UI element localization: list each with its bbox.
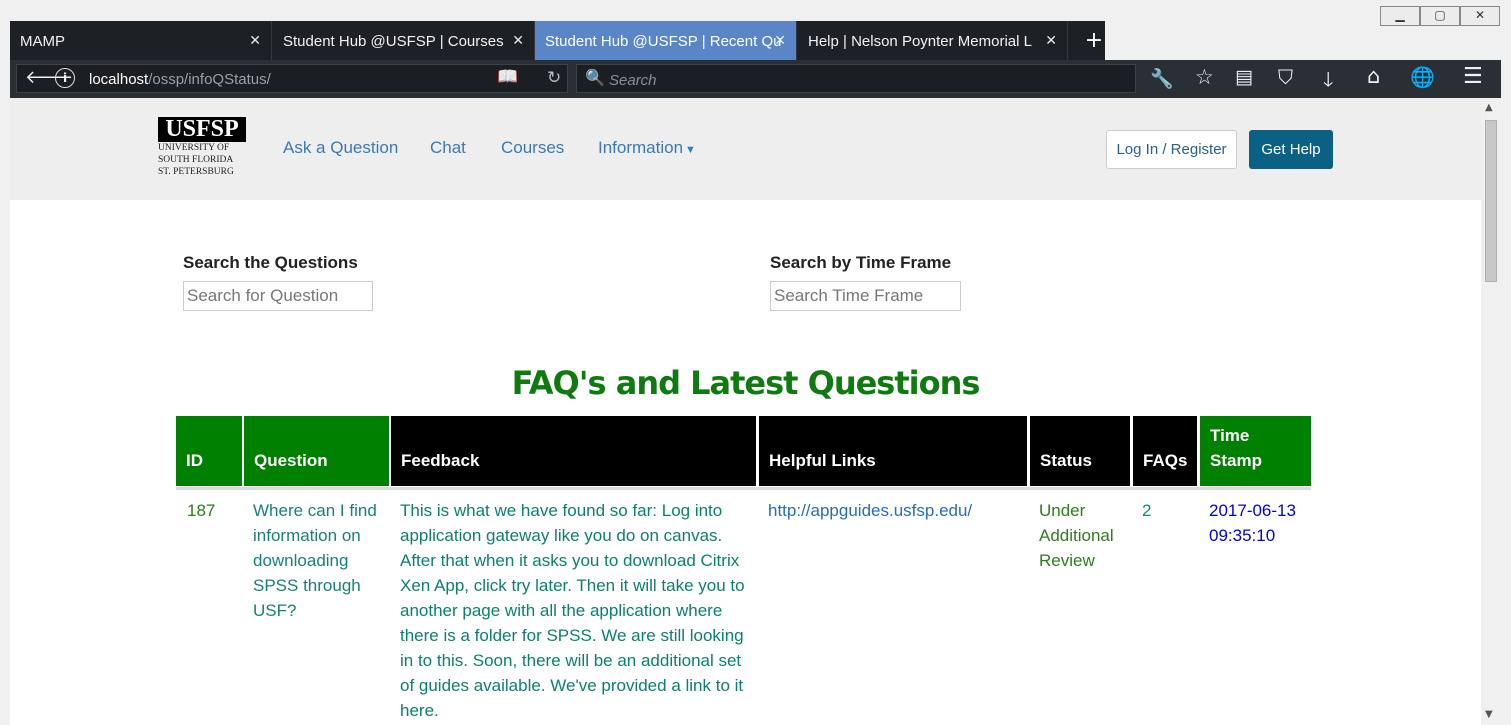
url-path: /ossp/infoQStatus/ bbox=[148, 71, 271, 88]
reader-view-icon[interactable]: 📖 bbox=[497, 67, 518, 87]
logo-line: SOUTH FLORIDA bbox=[158, 155, 234, 165]
cell-question: Where can I find information on download… bbox=[253, 501, 377, 620]
logo-line: ST. PETERSBURG bbox=[158, 167, 234, 177]
login-register-button[interactable]: Log In / Register bbox=[1106, 130, 1237, 169]
site-navbar: USFSP UNIVERSITY OF SOUTH FLORIDA ST. PE… bbox=[10, 98, 1481, 200]
home-icon[interactable]: ⌂ bbox=[1367, 64, 1380, 88]
url-text[interactable]: localhost/ossp/infoQStatus/ bbox=[89, 71, 271, 88]
search-timeframe-label: Search by Time Frame bbox=[770, 253, 952, 272]
cell-feedback: This is what we have found so far: Log i… bbox=[400, 501, 745, 720]
column-header-helpful-links[interactable]: Helpful Links bbox=[759, 416, 1027, 486]
column-header-id[interactable]: ID bbox=[176, 416, 242, 486]
logo-mark: USFSP bbox=[158, 117, 246, 142]
search-timeframe-input[interactable] bbox=[770, 281, 961, 311]
close-icon[interactable]: ✕ bbox=[1045, 21, 1057, 60]
page-viewport: USFSP UNIVERSITY OF SOUTH FLORIDA ST. PE… bbox=[10, 98, 1481, 725]
minimize-button[interactable]: ▁ bbox=[1380, 6, 1420, 26]
usfsp-logo[interactable]: USFSP UNIVERSITY OF SOUTH FLORIDA ST. PE… bbox=[158, 117, 246, 178]
column-header-question[interactable]: Question bbox=[244, 416, 389, 486]
cell-timestamp: 2017-06-13 09:35:10 bbox=[1209, 501, 1296, 545]
close-window-button[interactable]: ✕ bbox=[1460, 6, 1500, 26]
table-divider bbox=[176, 487, 1311, 490]
tab-title: Student Hub @USFSP | Courses bbox=[283, 33, 504, 50]
scrollbar-thumb[interactable] bbox=[1485, 120, 1497, 282]
bookmark-star-icon[interactable]: ☆ bbox=[1195, 65, 1214, 89]
logo-line: UNIVERSITY OF bbox=[158, 143, 230, 153]
column-header-faqs[interactable]: FAQs bbox=[1133, 416, 1197, 486]
url-host: localhost bbox=[89, 71, 149, 88]
tab-title: MAMP bbox=[20, 33, 65, 50]
info-icon[interactable]: i bbox=[55, 68, 75, 88]
globe-icon[interactable]: 🌐 bbox=[1410, 65, 1435, 89]
tab-title: Help | Nelson Poynter Memorial L bbox=[808, 33, 1032, 50]
url-bar[interactable]: 🡐 i localhost/ossp/infoQStatus/ 📖 ↻ bbox=[16, 64, 568, 93]
download-icon[interactable]: 🡓 bbox=[1323, 65, 1333, 99]
close-icon[interactable]: ✕ bbox=[774, 21, 786, 60]
search-bar[interactable]: 🔍 bbox=[576, 64, 1136, 93]
scroll-down-arrow-icon[interactable]: ▼ bbox=[1485, 709, 1493, 720]
cell-status: Under Additional Review bbox=[1039, 501, 1114, 570]
reload-icon[interactable]: ↻ bbox=[547, 68, 561, 88]
page-title: FAQ's and Latest Questions bbox=[511, 364, 981, 402]
browser-toolbar: 🡐 i localhost/ossp/infoQStatus/ 📖 ↻ 🔍 🔧 … bbox=[10, 60, 1501, 98]
get-help-button[interactable]: Get Help bbox=[1249, 130, 1333, 169]
pocket-icon[interactable]: ⛉ bbox=[1278, 65, 1293, 89]
browser-tab[interactable]: Student Hub @USFSP | Courses ✕ bbox=[273, 21, 535, 60]
browser-tab[interactable]: MAMP ✕ bbox=[10, 21, 272, 60]
browser-tab[interactable]: Help | Nelson Poynter Memorial L ✕ bbox=[798, 21, 1068, 60]
window-titlebar: ▁ ▢ ✕ bbox=[0, 0, 1511, 26]
tab-strip: MAMP ✕ Student Hub @USFSP | Courses ✕ St… bbox=[10, 21, 1105, 60]
nav-chat[interactable]: Chat bbox=[430, 138, 466, 158]
vertical-scrollbar[interactable]: ▲ ▼ bbox=[1481, 98, 1501, 725]
search-input[interactable] bbox=[607, 69, 1111, 91]
nav-courses[interactable]: Courses bbox=[501, 138, 564, 158]
search-questions-label: Search the Questions bbox=[183, 253, 358, 272]
browser-tab-active[interactable]: Student Hub @USFSP | Recent Qu ✕ bbox=[535, 21, 797, 60]
menu-icon[interactable]: ☰ bbox=[1463, 64, 1483, 89]
nav-information-label: Information bbox=[598, 138, 684, 157]
wrench-icon[interactable]: 🔧 bbox=[1150, 67, 1174, 90]
scroll-up-arrow-icon[interactable]: ▲ bbox=[1485, 102, 1493, 113]
nav-ask-question[interactable]: Ask a Question bbox=[283, 138, 398, 158]
close-icon[interactable]: ✕ bbox=[249, 21, 261, 60]
cell-id: 187 bbox=[187, 501, 216, 520]
close-icon[interactable]: ✕ bbox=[512, 21, 524, 60]
search-questions-input[interactable] bbox=[183, 281, 373, 311]
caret-down-icon: ▼ bbox=[685, 144, 696, 156]
search-icon: 🔍 bbox=[585, 68, 605, 87]
column-header-status[interactable]: Status bbox=[1030, 416, 1130, 486]
helpful-link[interactable]: http://appguides.usfsp.edu/ bbox=[768, 498, 1018, 523]
maximize-button[interactable]: ▢ bbox=[1420, 6, 1460, 26]
cell-faqs: 2 bbox=[1142, 501, 1152, 520]
column-header-time-stamp[interactable]: Time Stamp bbox=[1200, 416, 1311, 486]
new-tab-icon[interactable]: + bbox=[1075, 21, 1113, 60]
column-header-feedback[interactable]: Feedback bbox=[391, 416, 756, 486]
nav-information[interactable]: Information ▼ bbox=[598, 138, 696, 158]
bookmarks-list-icon[interactable]: ▤ bbox=[1235, 66, 1253, 88]
tab-title: Student Hub @USFSP | Recent Qu bbox=[545, 33, 782, 50]
